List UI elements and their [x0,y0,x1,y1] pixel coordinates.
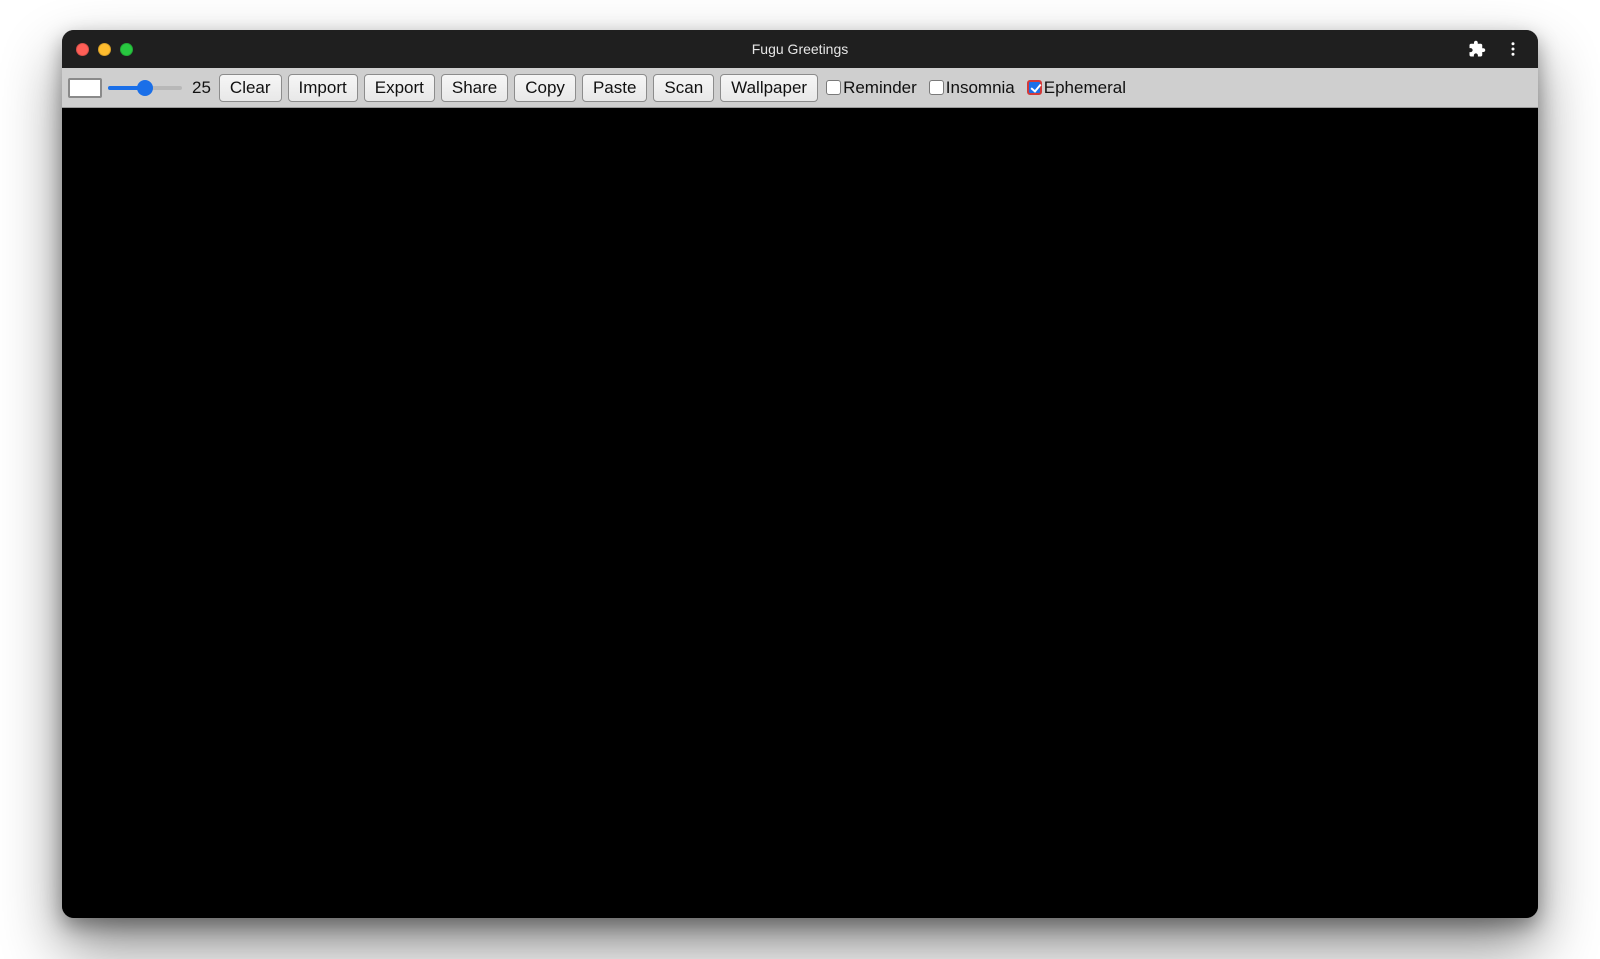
brush-size-slider[interactable] [108,78,182,98]
fullscreen-window-button[interactable] [120,43,133,56]
app-window: Fugu Greetings [62,30,1538,918]
close-window-button[interactable] [76,43,89,56]
color-swatch[interactable] [68,78,102,98]
drawing-canvas[interactable] [62,108,1538,918]
window-title: Fugu Greetings [62,41,1538,57]
share-button[interactable]: Share [441,74,508,102]
window-controls [76,43,133,56]
titlebar-right [1468,40,1528,58]
paste-button[interactable]: Paste [582,74,647,102]
clear-button[interactable]: Clear [219,74,282,102]
insomnia-checkbox-group: Insomnia [929,78,1019,98]
reminder-checkbox[interactable] [826,80,841,95]
ephemeral-label: Ephemeral [1044,78,1126,98]
slider-value: 25 [188,78,213,98]
wallpaper-button[interactable]: Wallpaper [720,74,818,102]
reminder-label: Reminder [843,78,917,98]
export-button[interactable]: Export [364,74,435,102]
ephemeral-checkbox[interactable] [1027,80,1042,95]
insomnia-checkbox[interactable] [929,80,944,95]
copy-button[interactable]: Copy [514,74,576,102]
minimize-window-button[interactable] [98,43,111,56]
page-root: Fugu Greetings [0,0,1600,959]
more-vertical-icon[interactable] [1504,40,1522,58]
ephemeral-checkbox-group: Ephemeral [1027,78,1130,98]
toolbar: 25 Clear Import Export Share Copy Paste … [62,68,1538,108]
scan-button[interactable]: Scan [653,74,714,102]
titlebar: Fugu Greetings [62,30,1538,68]
reminder-checkbox-group: Reminder [826,78,921,98]
extensions-icon[interactable] [1468,40,1486,58]
slider-thumb[interactable] [137,80,153,96]
import-button[interactable]: Import [288,74,358,102]
insomnia-label: Insomnia [946,78,1015,98]
